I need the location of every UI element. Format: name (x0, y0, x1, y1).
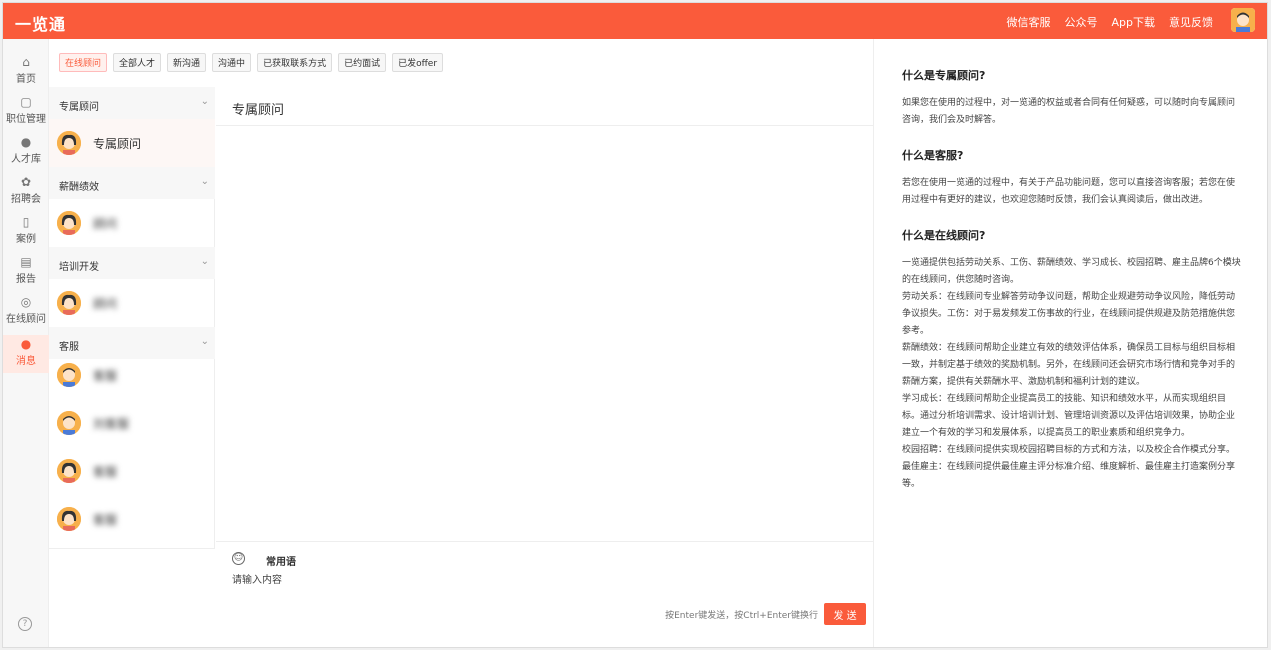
fair-icon: ✿ (20, 175, 32, 189)
nav-reports[interactable]: ▤ 报告 (3, 253, 49, 291)
faq-question: 什么是在线顾问? (902, 229, 986, 242)
book-icon: ▯ (22, 215, 30, 229)
avatar (57, 507, 81, 531)
tag-contact-obtained[interactable]: 已获取联系方式 (257, 53, 333, 72)
contact-item[interactable]: 客服 (49, 447, 215, 495)
tag-all-talent[interactable]: 全部人才 (113, 53, 162, 72)
nav-cases[interactable]: ▯ 案例 (3, 213, 49, 251)
chevron-down-icon: ⌄ (200, 336, 209, 347)
tag-offer-sent[interactable]: 已发offer (392, 53, 444, 72)
female-avatar-icon (57, 211, 81, 235)
contact-item[interactable]: 刘客服 (49, 399, 215, 447)
send-button[interactable]: 发 送 (824, 603, 866, 625)
topnav-wechat-service[interactable]: 微信客服 (1007, 14, 1051, 30)
tag-interview-scheduled[interactable]: 已约面试 (338, 53, 387, 72)
nav-messages[interactable]: ● 消息 (3, 335, 49, 373)
user-avatar[interactable] (1231, 8, 1255, 32)
avatar (57, 363, 81, 387)
avatar (57, 411, 81, 435)
contact-item[interactable]: 客服 (49, 351, 215, 399)
avatar (57, 459, 81, 483)
avatar (57, 131, 81, 155)
female-avatar-icon (57, 459, 81, 483)
faq-question: 什么是客服? (902, 149, 964, 162)
common-phrases-button[interactable]: 常用语 (266, 553, 296, 568)
message-input[interactable] (232, 571, 852, 601)
faq-question: 什么是专属顾问? (902, 69, 986, 82)
left-nav: ⌂ 首页 ▢ 职位管理 ● 人才库 ✿ 招聘会 ▯ 案例 ▤ 报告 ◎ 在线顾问… (3, 39, 49, 647)
chevron-down-icon: ⌄ (200, 256, 209, 267)
tag-new-communication[interactable]: 新沟通 (167, 53, 207, 72)
user-icon: ● (20, 135, 32, 149)
group-header[interactable]: 培训开发 ⌄ (49, 247, 215, 279)
avatar (57, 291, 81, 315)
nav-job-fair[interactable]: ✿ 招聘会 (3, 173, 49, 211)
advisor-icon: ◎ (20, 295, 32, 309)
emoji-icon[interactable]: ☺ (232, 552, 245, 565)
nav-talent-pool[interactable]: ● 人才库 (3, 133, 49, 171)
contact-item[interactable]: 顾问 (49, 199, 215, 247)
top-bar: 一览通 微信客服 公众号 App下载 意见反馈 (3, 3, 1267, 39)
divider (216, 125, 874, 126)
report-icon: ▤ (20, 255, 32, 269)
female-avatar-icon (57, 507, 81, 531)
filter-tags: 在线顾问 全部人才 新沟通 沟通中 已获取联系方式 已约面试 已发offer (59, 53, 444, 72)
divider (216, 541, 874, 542)
nav-home[interactable]: ⌂ 首页 (3, 53, 49, 91)
contact-item[interactable]: 专属顾问 (49, 119, 215, 167)
message-icon: ● (20, 337, 32, 351)
nav-online-advisor[interactable]: ◎ 在线顾问 (3, 293, 49, 331)
chat-panel: 专属顾问 ☺ 常用语 按Enter键发送，按Ctrl+Enter键换行 发 送 (216, 87, 874, 647)
chat-title: 专属顾问 (232, 103, 285, 118)
topnav-official-account[interactable]: 公众号 (1065, 14, 1098, 30)
avatar (57, 211, 81, 235)
topnav-feedback[interactable]: 意见反馈 (1169, 14, 1213, 30)
contact-item[interactable]: 顾问 (49, 279, 215, 327)
contact-item[interactable]: 客服 (49, 495, 215, 543)
male-avatar-icon (57, 411, 81, 435)
group-header[interactable]: 专属顾问 ⌄ (49, 87, 215, 119)
chevron-down-icon: ⌄ (200, 96, 209, 107)
female-avatar-icon (57, 131, 81, 155)
nav-job-management[interactable]: ▢ 职位管理 (3, 93, 49, 131)
brand-logo[interactable]: 一览通 (15, 11, 66, 35)
send-hint: 按Enter键发送，按Ctrl+Enter键换行 (665, 611, 818, 621)
group-header[interactable]: 薪酬绩效 ⌄ (49, 167, 215, 199)
female-avatar-icon (57, 291, 81, 315)
faq-answer: 如果您在使用的过程中，对一览通的权益或者合同有任何疑惑，可以随时向专属顾问咨询，… (902, 98, 1236, 125)
faq-answer: 一览通提供包括劳动关系、工伤、薪酬绩效、学习成长、校园招聘、雇主品牌6个模块的在… (902, 258, 1241, 489)
faq-panel: 什么是专属顾问? 如果您在使用的过程中，对一览通的权益或者合同有任何疑惑，可以随… (873, 39, 1267, 647)
chevron-down-icon: ⌄ (200, 176, 209, 187)
help-icon[interactable]: ? (18, 617, 32, 631)
home-icon: ⌂ (22, 55, 30, 69)
tag-communicating[interactable]: 沟通中 (212, 53, 252, 72)
top-nav: 微信客服 公众号 App下载 意见反馈 (1007, 14, 1214, 30)
contact-list: 专属顾问 ⌄ 专属顾问 薪酬绩效 ⌄ 顾问 培训开发 ⌄ 顾问 客服 ⌄ 客服 … (49, 87, 215, 549)
faq-answer: 若您在使用一览通的过程中，有关于产品功能问题，您可以直接咨询客服；若您在使用过程… (902, 178, 1236, 205)
briefcase-icon: ▢ (20, 95, 32, 109)
tag-online-advisor[interactable]: 在线顾问 (59, 53, 108, 72)
male-avatar-icon (57, 363, 81, 387)
topnav-app-download[interactable]: App下载 (1112, 14, 1156, 30)
avatar-icon (1231, 8, 1255, 32)
app-window: 一览通 微信客服 公众号 App下载 意见反馈 ⌂ 首页 ▢ 职位管理 ● 人才… (2, 2, 1268, 648)
